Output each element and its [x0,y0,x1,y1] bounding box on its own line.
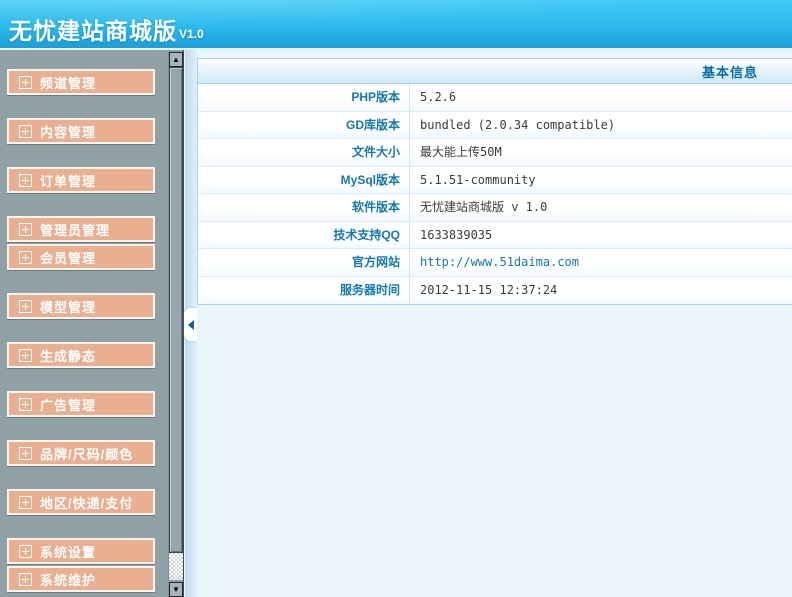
expand-plus-icon [19,173,32,187]
sidebar-item-content-mgmt[interactable]: 内容管理 [7,118,155,144]
panel-title: 基本信息 [701,64,758,80]
info-label: 文件大小 [198,139,410,166]
sidebar-item-label: 系统设置 [40,544,97,560]
scroll-down-button[interactable]: ▼ [169,582,183,597]
info-row-file-size: 文件大小 最大能上传50M [198,139,792,167]
sidebar-item-admin-mgmt[interactable]: 管理员管理 [7,216,155,242]
info-value: 1633839035 [420,227,493,242]
sidebar-menu: 频道管理 内容管理 订单管理 管理员管理 会员管理 模型管理 生成静态 广告管理… [0,50,168,597]
sidebar-collapse-handle[interactable] [184,308,197,341]
info-value: bundled (2.0.34 compatible) [420,117,616,132]
info-label: 官方网站 [198,249,410,276]
info-label: MySql版本 [198,166,410,193]
info-label: 服务器时间 [198,276,410,304]
sidebar-item-label: 广告管理 [40,397,97,413]
info-value: 5.2.6 [420,90,457,104]
app-title: 无忧建站商城版 V1.0 [9,12,204,46]
scrollbar-track[interactable] [169,553,183,580]
expand-plus-icon [19,348,32,362]
sidebar-item-label: 内容管理 [40,124,97,140]
info-row-software-version: 软件版本 无忧建站商城版 v 1.0 [198,194,792,222]
top-banner: 无忧建站商城版 V1.0 [0,0,792,48]
sidebar-item-model-mgmt[interactable]: 模型管理 [7,293,155,319]
sidebar-item-label: 会员管理 [40,250,97,266]
sidebar-item-ad-mgmt[interactable]: 广告管理 [7,391,155,417]
app-title-text: 无忧建站商城版 [9,18,177,44]
sidebar-item-label: 频道管理 [40,75,97,91]
expand-plus-icon [19,124,32,138]
sidebar-item-generate-static[interactable]: 生成静态 [7,342,155,368]
expand-plus-icon [19,572,32,586]
app-window: 无忧建站商城版 V1.0 频道管理 内容管理 订单管理 管理员管理 会员管理 模型… [0,0,792,597]
info-row-server-time: 服务器时间 2012-11-15 12:37:24 [198,276,792,304]
info-value: 5.1.51-community [420,172,536,187]
expand-plus-icon [19,544,32,558]
info-label: 软件版本 [198,194,410,221]
sidebar-item-system-settings[interactable]: 系统设置 [7,538,155,564]
sidebar-item-member-mgmt[interactable]: 会员管理 [7,244,155,270]
sidebar-item-region-express-pay[interactable]: 地区/快递/支付 [7,489,155,515]
expand-plus-icon [19,397,32,411]
sidebar-item-system-maintenance[interactable]: 系统维护 [7,566,155,592]
sidebar-item-label: 生成静态 [40,348,97,364]
panel-titlebar: 基本信息 [198,59,792,84]
info-value: 最大能上传50M [420,145,502,159]
sidebar-item-order-mgmt[interactable]: 订单管理 [7,167,155,193]
info-row-php-version: PHP版本 5.2.6 [198,84,792,112]
sidebar-item-brand-size-color[interactable]: 品牌/尺码/颜色 [7,440,155,466]
info-row-mysql-version: MySql版本 5.1.51-community [198,166,792,194]
chevron-left-icon [187,319,194,330]
arrow-up-icon: ▲ [172,54,180,64]
arrow-down-icon: ▼ [172,584,180,594]
info-row-official-site: 官方网站 http://www.51daima.com [198,249,792,277]
sidebar-item-label: 模型管理 [40,299,97,315]
info-label: GD库版本 [198,111,410,138]
main-content: 基本信息 PHP版本 5.2.6 GD库版本 bundled (2.0.34 c… [197,50,792,597]
info-value: 2012-11-15 12:37:24 [420,282,558,297]
sidebar-item-label: 品牌/尺码/颜色 [40,446,134,462]
expand-plus-icon [19,75,32,89]
expand-plus-icon [19,446,32,460]
info-row-gd-version: GD库版本 bundled (2.0.34 compatible) [198,111,792,139]
expand-plus-icon [19,495,32,509]
sidebar-item-label: 订单管理 [40,173,97,189]
expand-plus-icon [19,250,32,264]
expand-plus-icon [19,222,32,236]
sidebar-item-channel-mgmt[interactable]: 频道管理 [7,69,155,95]
basic-info-panel: 基本信息 PHP版本 5.2.6 GD库版本 bundled (2.0.34 c… [197,58,792,305]
expand-plus-icon [19,299,32,313]
sidebar-scrollbar[interactable]: ▲ ▼ [168,50,184,597]
sidebar-item-label: 管理员管理 [40,222,111,238]
info-value: 无忧建站商城版 v 1.0 [420,200,548,214]
official-site-link[interactable]: http://www.51daima.com [410,249,792,276]
info-row-support-qq: 技术支持QQ 1633839035 [198,221,792,249]
sidebar-item-label: 地区/快递/支付 [40,495,134,511]
scrollbar-thumb[interactable] [169,67,183,553]
info-label: PHP版本 [198,84,410,111]
app-version: V1.0 [179,27,204,41]
sidebar-item-label: 系统维护 [40,572,97,588]
info-label: 技术支持QQ [198,221,410,248]
scroll-up-button[interactable]: ▲ [169,52,183,67]
